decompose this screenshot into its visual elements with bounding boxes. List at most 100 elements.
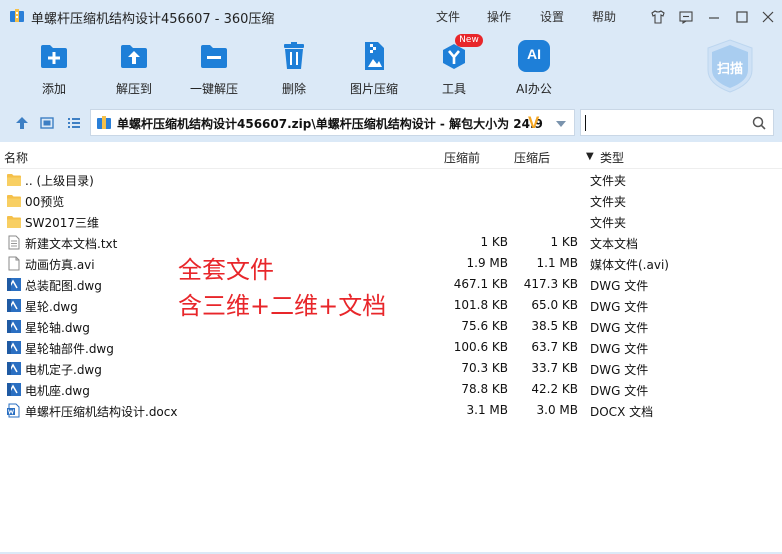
file-row[interactable]: 00预览 文件夹 xyxy=(0,190,782,211)
file-row[interactable]: .. (上级目录) 文件夹 xyxy=(0,169,782,190)
image-compress-label: 图片压缩 xyxy=(349,82,398,96)
menu-settings[interactable]: 设置 xyxy=(540,8,564,25)
file-type: DWG 文件 xyxy=(590,300,649,314)
file-compressed-size: 78.8 KB xyxy=(461,382,508,396)
dwg-file-icon xyxy=(6,319,22,334)
file-row[interactable]: 星轮轴部件.dwg 100.6 KB 63.7 KB DWG 文件 xyxy=(0,337,782,358)
address-bar[interactable]: 单螺杆压缩机结构设计456607.zip\单螺杆压缩机结构设计 - 解包大小为 … xyxy=(90,109,575,136)
file-compressed-size: 1 KB xyxy=(480,235,508,249)
file-type: 文件夹 xyxy=(590,174,627,188)
file-name: 总装配图.dwg xyxy=(25,279,102,293)
file-name: 电机定子.dwg xyxy=(25,363,102,377)
dwg-file-icon xyxy=(6,298,22,313)
file-original-size: 42.2 KB xyxy=(531,382,578,396)
file-name: 单螺杆压缩机结构设计.docx xyxy=(25,405,178,419)
file-original-size: 33.7 KB xyxy=(531,361,578,375)
file-compressed-size: 101.8 KB xyxy=(453,298,508,312)
column-name[interactable]: 名称 xyxy=(4,149,28,166)
file-compressed-size: 3.1 MB xyxy=(466,403,508,417)
file-compressed-size: 75.6 KB xyxy=(461,319,508,333)
image-compress-icon xyxy=(365,42,384,70)
chevron-down-icon[interactable] xyxy=(555,120,567,128)
file-type: DWG 文件 xyxy=(590,384,649,398)
file-type: 媒体文件(.avi) xyxy=(590,258,669,272)
zip-archive-icon xyxy=(97,116,111,129)
file-compressed-size: 1.9 MB xyxy=(466,256,508,270)
file-row[interactable]: 新建文本文档.txt 1 KB 1 KB 文本文档 xyxy=(0,232,782,253)
extract-to-icon xyxy=(121,45,147,68)
add-icon xyxy=(41,45,67,68)
search-input[interactable] xyxy=(580,109,774,136)
folder-icon xyxy=(6,214,22,229)
tools-button[interactable]: 工具 xyxy=(422,38,486,100)
column-type[interactable]: 类型 xyxy=(600,149,624,166)
file-type: 文件夹 xyxy=(590,216,627,230)
feedback-icon[interactable] xyxy=(678,9,694,25)
thumbnail-view-icon[interactable] xyxy=(39,115,55,131)
file-type: DWG 文件 xyxy=(590,279,649,293)
image-compress-button[interactable]: 图片压缩 xyxy=(342,38,406,100)
promo-text-line1: 全套文件 xyxy=(178,256,274,284)
delete-button[interactable]: 删除 xyxy=(262,38,326,100)
file-original-size: 1.1 MB xyxy=(536,256,578,270)
word-document-icon xyxy=(6,403,22,418)
add-button[interactable]: 添加 xyxy=(22,38,86,100)
file-name: 星轮轴.dwg xyxy=(25,321,90,335)
ai-office-icon: AI xyxy=(518,40,550,72)
column-original[interactable]: 压缩后 xyxy=(514,149,550,166)
file-row[interactable]: SW2017三维 文件夹 xyxy=(0,211,782,232)
scan-button[interactable]: 扫描 xyxy=(704,38,756,94)
up-arrow-icon[interactable] xyxy=(14,115,30,131)
file-name: SW2017三维 xyxy=(25,216,100,230)
file-row[interactable]: 动画仿真.avi 1.9 MB 1.1 MB 媒体文件(.avi) xyxy=(0,253,782,274)
dwg-file-icon xyxy=(6,340,22,355)
ai-office-label: AI办公 xyxy=(516,82,552,96)
file-original-size: 38.5 KB xyxy=(531,319,578,333)
file-original-size: 417.3 KB xyxy=(523,277,578,291)
address-path: 单螺杆压缩机结构设计456607.zip\单螺杆压缩机结构设计 - 解包大小为 … xyxy=(117,117,543,131)
folder-icon xyxy=(6,193,22,208)
menu-help[interactable]: 帮助 xyxy=(592,8,616,25)
menu-operate[interactable]: 操作 xyxy=(487,8,511,25)
file-compressed-size: 70.3 KB xyxy=(461,361,508,375)
file-row[interactable]: 单螺杆压缩机结构设计.docx 3.1 MB 3.0 MB DOCX 文档 xyxy=(0,400,782,421)
extract-to-label: 解压到 xyxy=(115,82,152,96)
column-header: 名称 压缩前 压缩后 ▼ 类型 xyxy=(0,146,782,169)
file-row[interactable]: 总装配图.dwg 467.1 KB 417.3 KB DWG 文件 xyxy=(0,274,782,295)
one-click-extract-label: 一键解压 xyxy=(189,82,238,96)
file-name: 00预览 xyxy=(25,195,65,209)
file-row[interactable]: 星轮轴.dwg 75.6 KB 38.5 KB DWG 文件 xyxy=(0,316,782,337)
file-row[interactable]: 电机定子.dwg 70.3 KB 33.7 KB DWG 文件 xyxy=(0,358,782,379)
search-icon[interactable] xyxy=(752,116,766,130)
delete-label: 删除 xyxy=(281,82,306,96)
file-original-size: 1 KB xyxy=(550,235,578,249)
file-original-size: 63.7 KB xyxy=(531,340,578,354)
file-compressed-size: 467.1 KB xyxy=(453,277,508,291)
maximize-icon[interactable] xyxy=(734,9,750,25)
dwg-file-icon xyxy=(6,277,22,292)
close-icon[interactable] xyxy=(760,9,776,25)
one-click-extract-button[interactable]: 一键解压 xyxy=(182,38,246,100)
minimize-icon[interactable] xyxy=(706,9,722,25)
video-file-icon xyxy=(6,256,22,271)
file-original-size: 65.0 KB xyxy=(531,298,578,312)
text-file-icon xyxy=(6,235,22,250)
column-compressed[interactable]: 压缩前 xyxy=(444,149,480,166)
ai-office-button[interactable]: AI AI办公 xyxy=(502,38,566,100)
add-label: 添加 xyxy=(41,82,66,96)
file-original-size: 3.0 MB xyxy=(536,403,578,417)
menu-file[interactable]: 文件 xyxy=(436,8,460,25)
new-badge: New xyxy=(455,34,483,47)
skin-icon[interactable] xyxy=(650,9,666,25)
scan-label: 扫描 xyxy=(716,62,743,77)
file-name: 星轮.dwg xyxy=(25,300,78,314)
file-row[interactable]: 星轮.dwg 101.8 KB 65.0 KB DWG 文件 xyxy=(0,295,782,316)
list-view-icon[interactable] xyxy=(66,115,82,131)
file-name: 电机座.dwg xyxy=(25,384,90,398)
file-type: DWG 文件 xyxy=(590,321,649,335)
one-click-extract-icon xyxy=(201,45,227,68)
file-type: 文件夹 xyxy=(590,195,627,209)
dwg-file-icon xyxy=(6,382,22,397)
extract-to-button[interactable]: 解压到 xyxy=(102,38,166,100)
file-row[interactable]: 电机座.dwg 78.8 KB 42.2 KB DWG 文件 xyxy=(0,379,782,400)
